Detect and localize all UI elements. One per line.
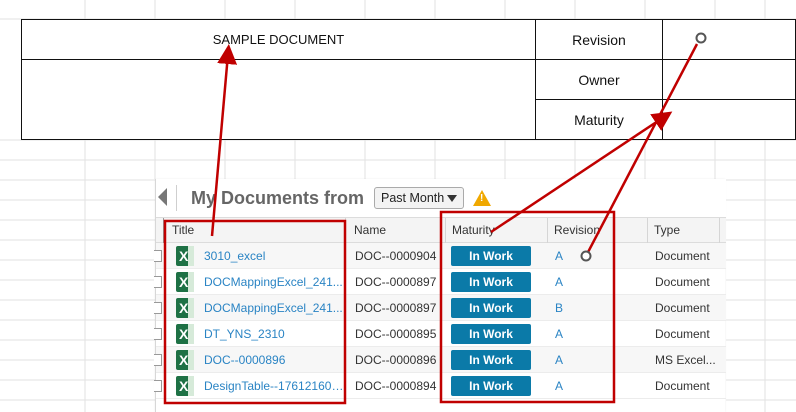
document-title-link[interactable]: DOCMappingExcel_241...	[204, 295, 344, 321]
table-row[interactable]: DT_YNS_2310 DOC--0000895 In Work A Docum…	[154, 321, 726, 347]
owner-label: Owner	[578, 71, 620, 88]
my-documents-widget: My Documents from Past Month ! Title Nam…	[154, 179, 726, 412]
excel-file-icon	[176, 272, 194, 292]
revision-value-cell[interactable]	[662, 19, 796, 60]
excel-file-icon	[176, 376, 194, 396]
widget-title: My Documents from	[191, 188, 365, 208]
revision-label: Revision	[572, 31, 626, 48]
revision-link[interactable]: B	[555, 295, 585, 321]
maturity-label: Maturity	[574, 111, 624, 128]
warning-icon[interactable]: !	[473, 190, 491, 206]
document-type: Document	[655, 301, 710, 315]
revision-link[interactable]: A	[555, 269, 585, 295]
select-all-checkbox[interactable]	[156, 218, 164, 243]
table-header: Title Name Maturity Revision Type	[156, 217, 726, 243]
column-header-maturity[interactable]: Maturity	[446, 218, 548, 243]
document-template-table: SAMPLE DOCUMENT Revision Owner Maturity	[21, 19, 796, 140]
excel-file-icon	[176, 350, 194, 370]
widget-header: My Documents from Past Month !	[156, 179, 726, 217]
excel-file-icon	[176, 324, 194, 344]
owner-value-cell[interactable]	[662, 59, 796, 100]
maturity-badge[interactable]: In Work	[451, 350, 531, 370]
header-divider	[176, 185, 177, 211]
revision-link[interactable]: A	[555, 321, 585, 347]
document-title: SAMPLE DOCUMENT	[212, 32, 345, 47]
document-type: Document	[655, 249, 710, 263]
table-row[interactable]: 3010_excel DOC--0000904 In Work A Docume…	[154, 243, 726, 269]
document-body-cell[interactable]	[21, 59, 536, 140]
chevron-down-icon	[447, 195, 457, 202]
document-title-link[interactable]: DOCMappingExcel_241...	[204, 269, 344, 295]
collapse-arrow-icon[interactable]	[158, 188, 167, 206]
date-filter-dropdown[interactable]: Past Month	[374, 187, 464, 209]
document-name: DOC--0000904	[355, 249, 437, 263]
table-row[interactable]: DOCMappingExcel_241... DOC--0000897 In W…	[154, 269, 726, 295]
document-name: DOC--0000897	[355, 301, 437, 315]
revision-link[interactable]: A	[555, 373, 585, 399]
row-checkbox[interactable]	[154, 302, 162, 314]
document-name: DOC--0000894	[355, 379, 437, 393]
excel-file-icon	[176, 298, 194, 318]
document-title-link[interactable]: DesignTable--1761216084	[204, 373, 344, 399]
column-header-revision[interactable]: Revision	[548, 218, 648, 243]
document-name: DOC--0000895	[355, 327, 437, 341]
column-header-name[interactable]: Name	[348, 218, 446, 243]
document-title-link[interactable]: 3010_excel	[204, 243, 344, 269]
document-name: DOC--0000897	[355, 275, 437, 289]
maturity-badge[interactable]: In Work	[451, 376, 531, 396]
table-row[interactable]: DOC--0000896 DOC--0000896 In Work A MS E…	[154, 347, 726, 373]
row-checkbox[interactable]	[154, 380, 162, 392]
maturity-badge[interactable]: In Work	[451, 324, 531, 344]
table-body: 3010_excel DOC--0000904 In Work A Docume…	[154, 243, 726, 412]
document-type: Document	[655, 275, 710, 289]
document-name: DOC--0000896	[355, 353, 437, 367]
table-row[interactable]: DOCMappingExcel_241... DOC--0000897 In W…	[154, 295, 726, 321]
document-type: MS Excel...	[655, 353, 716, 367]
revision-link[interactable]: A	[555, 347, 585, 373]
owner-label-cell[interactable]: Owner	[535, 59, 663, 100]
revision-link[interactable]: A	[555, 243, 585, 269]
column-header-title[interactable]: Title	[166, 218, 346, 243]
row-checkbox[interactable]	[154, 354, 162, 366]
document-title-link[interactable]: DOC--0000896	[204, 347, 344, 373]
maturity-badge[interactable]: In Work	[451, 272, 531, 292]
maturity-value-cell[interactable]	[662, 99, 796, 140]
date-filter-value: Past Month	[381, 191, 445, 205]
document-title-cell[interactable]: SAMPLE DOCUMENT	[21, 19, 536, 60]
document-type: Document	[655, 327, 710, 341]
document-title-link[interactable]: DT_YNS_2310	[204, 321, 344, 347]
maturity-badge[interactable]: In Work	[451, 246, 531, 266]
column-header-type[interactable]: Type	[648, 218, 720, 243]
table-row[interactable]: DesignTable--1761216084 DOC--0000894 In …	[154, 373, 726, 399]
excel-file-icon	[176, 246, 194, 266]
revision-label-cell[interactable]: Revision	[535, 19, 663, 60]
maturity-badge[interactable]: In Work	[451, 298, 531, 318]
row-checkbox[interactable]	[154, 276, 162, 288]
row-checkbox[interactable]	[154, 250, 162, 262]
row-checkbox[interactable]	[154, 328, 162, 340]
maturity-label-cell[interactable]: Maturity	[535, 99, 663, 140]
document-type: Document	[655, 379, 710, 393]
